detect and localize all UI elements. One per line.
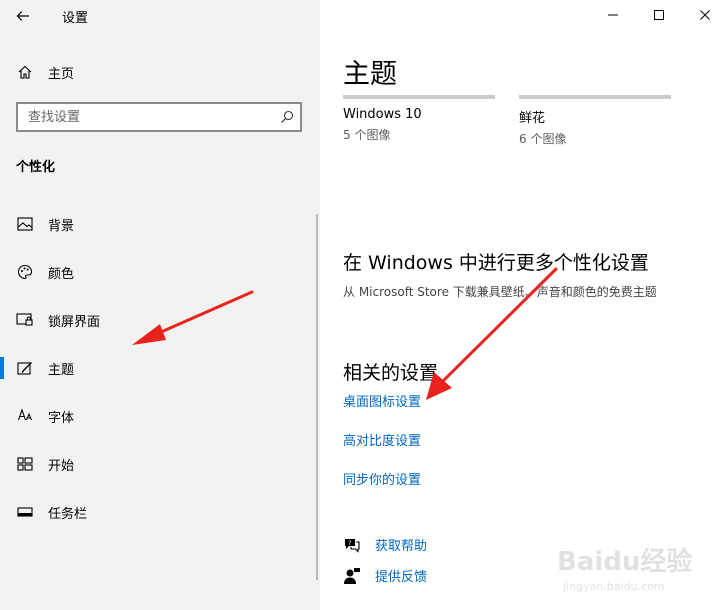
sidebar-item-label: 任务栏: [48, 506, 88, 522]
sidebar-item-background[interactable]: 背景: [0, 204, 320, 244]
sidebar-item-taskbar[interactable]: 任务栏: [0, 492, 320, 532]
theme-brush-icon: [16, 359, 34, 377]
selected-indicator: [0, 357, 4, 379]
search-box[interactable]: [16, 102, 302, 132]
main-pane: [320, 0, 728, 610]
home-icon: [16, 63, 34, 81]
sync-settings-link[interactable]: 同步你的设置: [343, 469, 421, 488]
baidu-watermark: Baidu经验 jingyan.baidu.com: [557, 546, 692, 593]
theme-name: Windows 10: [343, 107, 422, 122]
back-button[interactable]: [6, 2, 40, 30]
sidebar-item-label: 锁屏界面: [48, 314, 101, 330]
watermark-brand: Baidu经验: [557, 546, 692, 577]
close-icon: [700, 10, 710, 20]
theme-card-flowers[interactable]: 鲜花 6 个图像: [519, 95, 671, 147]
search-icon[interactable]: [280, 109, 294, 128]
sidebar-item-themes[interactable]: 主题: [0, 348, 320, 388]
high-contrast-settings-link[interactable]: 高对比度设置: [343, 430, 421, 449]
sidebar-item-colors[interactable]: 颜色: [0, 252, 320, 292]
theme-preview-bar: [343, 95, 495, 99]
palette-icon: [16, 263, 34, 281]
home-label: 主页: [48, 66, 75, 82]
maximize-icon: [654, 10, 664, 20]
store-themes-link[interactable]: 从 Microsoft Store 下载兼具壁纸、声音和颜色的免费主题: [343, 283, 657, 300]
sidebar-item-label: 颜色: [48, 266, 75, 282]
get-help-row[interactable]: ? 获取帮助: [343, 535, 427, 554]
sidebar-item-label: 字体: [48, 410, 75, 426]
sidebar-item-label: 开始: [48, 458, 75, 474]
theme-card-windows10[interactable]: Windows 10 5 个图像: [343, 95, 495, 143]
minimize-button[interactable]: [590, 0, 636, 30]
app-title: 设置: [62, 11, 89, 26]
related-settings-heading: 相关的设置: [343, 362, 439, 384]
page-title: 主题: [343, 59, 397, 90]
sidebar-item-lock-screen[interactable]: 锁屏界面: [0, 300, 320, 340]
theme-name: 鲜花: [519, 111, 546, 126]
image-icon: [16, 215, 34, 233]
desktop-icon-settings-link[interactable]: 桌面图标设置: [343, 391, 421, 410]
sidebar-item-label: 背景: [48, 218, 75, 234]
close-button[interactable]: [682, 0, 728, 30]
section-title: 个性化: [16, 160, 56, 175]
maximize-button[interactable]: [636, 0, 682, 30]
theme-preview-bar: [519, 95, 671, 99]
feedback-link[interactable]: 提供反馈: [375, 566, 427, 585]
get-help-link[interactable]: 获取帮助: [375, 535, 427, 554]
sidebar: 设置 主页 个性化 背景 颜色 锁屏界面 主题: [0, 0, 320, 610]
help-chat-icon: ?: [343, 536, 361, 554]
feedback-row[interactable]: 提供反馈: [343, 566, 427, 585]
sidebar-item-start[interactable]: 开始: [0, 444, 320, 484]
minimize-icon: [608, 14, 618, 16]
back-arrow-icon: [16, 11, 29, 21]
search-input[interactable]: [26, 108, 270, 126]
svg-text:?: ?: [348, 540, 351, 547]
font-icon: [16, 407, 34, 425]
lock-screen-icon: [16, 311, 34, 329]
theme-image-count: 5 个图像: [343, 128, 391, 142]
more-personalization-heading: 在 Windows 中进行更多个性化设置: [343, 252, 649, 274]
start-grid-icon: [16, 455, 34, 473]
theme-image-count: 6 个图像: [519, 132, 567, 146]
watermark-domain: jingyan.baidu.com: [562, 580, 665, 593]
sidebar-item-label: 主题: [48, 362, 75, 378]
sidebar-item-fonts[interactable]: 字体: [0, 396, 320, 436]
sidebar-scrollbar[interactable]: [316, 214, 318, 580]
sidebar-item-home[interactable]: 主页: [0, 56, 320, 88]
taskbar-icon: [16, 503, 34, 521]
feedback-person-icon: [343, 567, 361, 585]
